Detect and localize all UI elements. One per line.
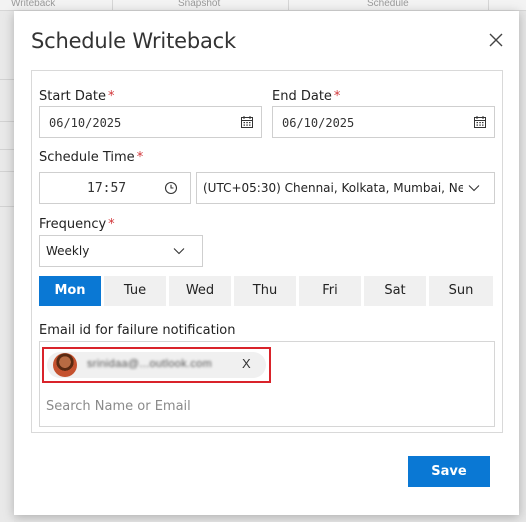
recipient-search-input[interactable] xyxy=(46,397,486,415)
day-wed-button[interactable]: Wed xyxy=(169,276,231,306)
calendar-icon[interactable] xyxy=(240,115,254,129)
recipient-chip: srinidaa@...outlook.com X xyxy=(47,352,266,378)
email-recipients-box[interactable]: srinidaa@...outlook.com X xyxy=(39,341,495,427)
end-date-input[interactable]: 06/10/2025 xyxy=(272,106,495,138)
schedule-writeback-dialog: Schedule Writeback Start Date * 06/10/202… xyxy=(14,11,519,515)
chip-highlight: srinidaa@...outlook.com X xyxy=(42,347,271,383)
chevron-down-icon xyxy=(173,248,185,255)
schedule-time-input[interactable]: 17:57 xyxy=(39,172,191,204)
weekday-selector: Mon Tue Wed Thu Fri Sat Sun xyxy=(39,276,495,306)
avatar xyxy=(53,353,77,377)
schedule-time-value: 17:57 xyxy=(87,181,127,196)
remove-recipient-button[interactable]: X xyxy=(242,356,251,371)
close-button[interactable] xyxy=(486,30,506,50)
frequency-label: Frequency * xyxy=(39,217,115,232)
timezone-select[interactable]: (UTC+05:30) Chennai, Kolkata, Mumbai, Ne… xyxy=(196,172,495,204)
end-date-label: End Date * xyxy=(272,89,341,104)
background-sidebar xyxy=(0,11,14,522)
frequency-select[interactable]: Weekly xyxy=(39,235,203,267)
close-icon xyxy=(489,33,503,47)
background-tab-schedule: Schedule xyxy=(289,0,489,11)
frequency-value: Weekly xyxy=(46,244,90,258)
save-button[interactable]: Save xyxy=(408,456,490,487)
day-sat-button[interactable]: Sat xyxy=(364,276,426,306)
start-date-label: Start Date * xyxy=(39,89,115,104)
recipient-email: srinidaa@...outlook.com xyxy=(87,358,213,370)
end-date-value: 06/10/2025 xyxy=(282,116,355,130)
background-tab-bar: Writeback Snapshot Schedule xyxy=(0,0,526,11)
chevron-down-icon xyxy=(468,185,480,192)
background-tab-snapshot: Snapshot xyxy=(113,0,289,11)
start-date-input[interactable]: 06/10/2025 xyxy=(39,106,262,138)
day-thu-button[interactable]: Thu xyxy=(234,276,296,306)
email-label: Email id for failure notification xyxy=(39,323,236,338)
schedule-time-label: Schedule Time * xyxy=(39,150,144,165)
calendar-icon[interactable] xyxy=(473,115,487,129)
day-sun-button[interactable]: Sun xyxy=(429,276,493,306)
day-mon-button[interactable]: Mon xyxy=(39,276,101,306)
day-tue-button[interactable]: Tue xyxy=(104,276,166,306)
start-date-value: 06/10/2025 xyxy=(49,116,122,130)
background-tab-writeback: Writeback xyxy=(0,0,113,11)
dialog-title: Schedule Writeback xyxy=(31,29,236,53)
clock-icon[interactable] xyxy=(164,181,178,195)
timezone-value: (UTC+05:30) Chennai, Kolkata, Mumbai, Ne… xyxy=(203,181,463,195)
day-fri-button[interactable]: Fri xyxy=(299,276,361,306)
